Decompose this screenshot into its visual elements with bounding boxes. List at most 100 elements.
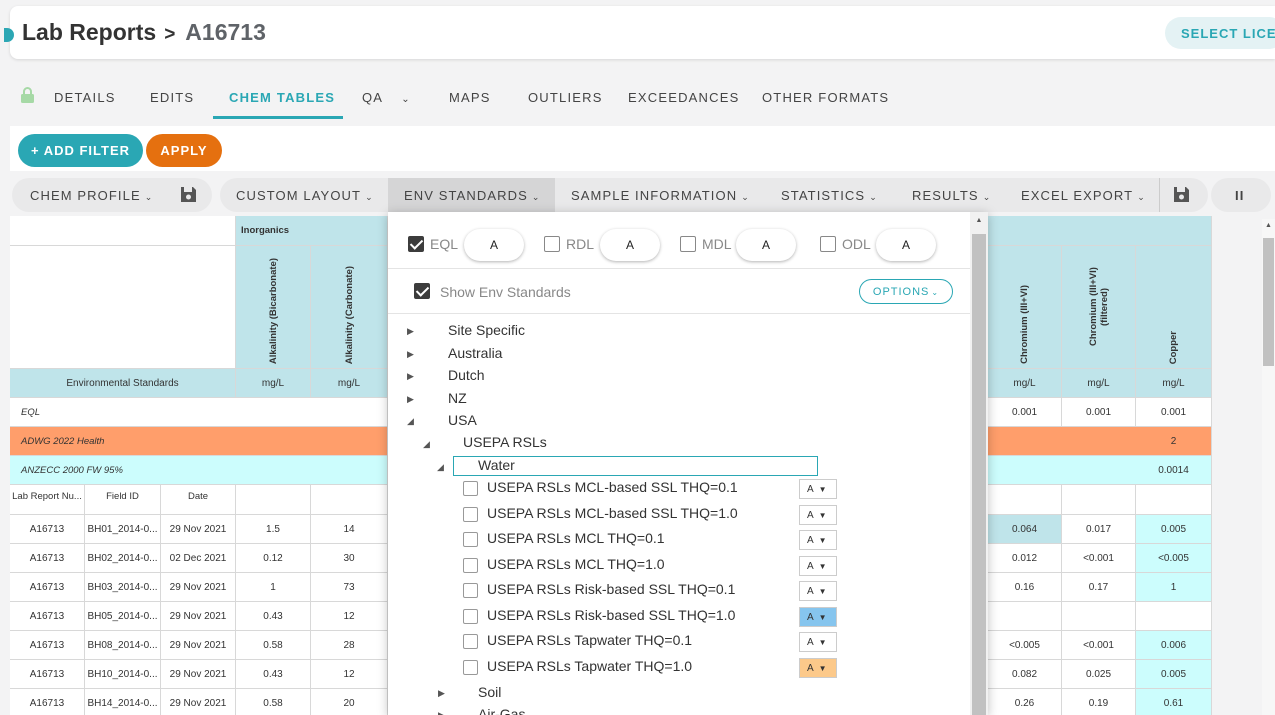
column-header-label: Alkalinity (Carbonate): [343, 265, 355, 364]
env-standards-button[interactable]: ENV STANDARDS ⌄: [404, 188, 541, 203]
custom-layout-button[interactable]: CUSTOM LAYOUT ⌄: [236, 188, 374, 203]
env-standard-row-label: ANZECC 2000 FW 95%: [10, 456, 388, 485]
caret-down-icon: ▼: [818, 536, 827, 545]
limit-checkbox-eql[interactable]: [408, 236, 424, 252]
result-cell: 0.025: [1062, 660, 1136, 689]
caret-right-icon[interactable]: ▶: [407, 394, 414, 405]
toolbar-divider: [1159, 178, 1160, 212]
result-cell: [1136, 602, 1212, 631]
caret-down-icon[interactable]: ◢: [437, 462, 444, 473]
env-standard-value: 0.001: [988, 398, 1062, 427]
grid-scrollbar-thumb[interactable]: [1263, 238, 1274, 366]
breadcrumb-lab-reports[interactable]: Lab Reports: [22, 19, 156, 45]
standard-checkbox[interactable]: [463, 583, 478, 598]
caret-right-icon[interactable]: ▶: [407, 326, 414, 337]
tree-node[interactable]: Dutch: [448, 367, 485, 383]
tab-details[interactable]: DETAILS: [54, 90, 116, 105]
tree-node[interactable]: USA: [448, 412, 477, 428]
custom-layout-label: CUSTOM LAYOUT: [236, 188, 362, 203]
tree-node-water[interactable]: Water: [478, 457, 515, 473]
limit-format-button[interactable]: A: [736, 229, 796, 261]
page-header: Lab Reports > A16713: [4, 6, 1275, 59]
tree-node[interactable]: NZ: [448, 390, 467, 406]
caret-right-icon[interactable]: ▶: [438, 710, 445, 715]
standard-format-select[interactable]: A ▼: [799, 555, 837, 576]
options-button[interactable]: OPTIONS ⌄: [859, 279, 953, 304]
tree-node-air-gas[interactable]: Air-Gas: [478, 706, 525, 715]
tab-other-formats[interactable]: OTHER FORMATS: [762, 90, 889, 105]
tree-node-soil[interactable]: Soil: [478, 684, 501, 700]
caret-down-icon: ▼: [818, 612, 827, 622]
chevron-down-icon: ⌄: [869, 192, 878, 202]
limit-format-button[interactable]: A: [600, 229, 660, 261]
excel-export-button[interactable]: EXCEL EXPORT ⌄: [1021, 188, 1146, 203]
save-icon[interactable]: [180, 186, 197, 203]
caret-down-icon: ▼: [818, 587, 827, 596]
result-cell: 0.43: [236, 602, 311, 631]
caret-right-icon[interactable]: ▶: [407, 349, 414, 360]
active-tab-indicator: [213, 116, 343, 119]
tab-edits[interactable]: EDITS: [150, 90, 194, 105]
breadcrumb-separator: >: [164, 24, 176, 45]
tree-node[interactable]: Australia: [448, 345, 502, 361]
standard-format-select[interactable]: A ▼: [799, 581, 837, 601]
show-env-standards-checkbox[interactable]: [414, 283, 430, 299]
standard-checkbox[interactable]: [463, 608, 478, 624]
add-filter-button[interactable]: + ADD FILTER: [18, 134, 143, 167]
tree-node-usepa[interactable]: USEPA RSLs: [463, 434, 547, 450]
sample-information-button[interactable]: SAMPLE INFORMATION ⌄: [571, 188, 750, 203]
limit-format-button[interactable]: A: [876, 229, 936, 261]
result-cell: 0.005: [1136, 660, 1212, 689]
dropdown-scrollbar-thumb[interactable]: [972, 234, 986, 715]
tab-exceedances[interactable]: EXCEEDANCES: [628, 90, 739, 105]
unit-cell: mg/L: [311, 369, 388, 398]
standard-checkbox[interactable]: [463, 557, 478, 573]
pause-button[interactable]: II: [1235, 188, 1244, 203]
chem-profile-button[interactable]: CHEM PROFILE ⌄: [30, 188, 153, 203]
standard-checkbox[interactable]: [463, 506, 478, 522]
statistics-button[interactable]: STATISTICS ⌄: [781, 188, 878, 203]
standard-format-select[interactable]: A ▼: [799, 530, 837, 550]
chem-toolbar: CHEM PROFILE ⌄ CUSTOM LAYOUT ⌄ ENV STANDAR…: [10, 178, 1275, 212]
tab-outliers[interactable]: OUTLIERS: [528, 90, 603, 105]
limit-checkbox-rdl[interactable]: [544, 236, 560, 252]
lab-report-cell: A16713: [10, 573, 85, 602]
standard-format-select[interactable]: A ▼: [799, 606, 837, 627]
filter-cell: [236, 485, 311, 515]
standard-format-select[interactable]: A ▼: [799, 504, 837, 525]
save-icon[interactable]: [1173, 186, 1190, 203]
date-cell: 02 Dec 2021: [161, 544, 236, 573]
caret-down-icon: ▼: [818, 561, 827, 571]
header-corner: [10, 246, 236, 369]
apply-button[interactable]: APPLY: [146, 134, 222, 167]
chevron-down-icon: ⌄: [401, 94, 411, 105]
tab-qa[interactable]: QA ⌄: [362, 90, 411, 105]
caret-down-icon[interactable]: ◢: [423, 439, 430, 450]
result-cell: 0.12: [236, 544, 311, 573]
result-cell: 0.43: [236, 660, 311, 689]
standard-format-select[interactable]: A ▼: [799, 479, 837, 499]
limit-label: RDL: [566, 236, 595, 252]
caret-down-icon[interactable]: ◢: [407, 416, 414, 427]
tree-node[interactable]: Site Specific: [448, 322, 525, 338]
standard-checkbox[interactable]: [463, 481, 478, 496]
limit-checkbox-odl[interactable]: [820, 236, 836, 252]
caret-right-icon[interactable]: ▶: [438, 688, 445, 699]
select-license-button[interactable]: SELECT LICEN: [1165, 17, 1275, 49]
results-button[interactable]: RESULTS ⌄: [912, 188, 991, 203]
tab-maps[interactable]: MAPS: [449, 90, 491, 105]
lock-icon[interactable]: [20, 87, 35, 103]
drawer-handle[interactable]: [4, 28, 14, 42]
standard-checkbox[interactable]: [463, 634, 478, 649]
limit-format-button[interactable]: A: [464, 229, 524, 261]
unit-cell: mg/L: [988, 369, 1062, 398]
caret-right-icon[interactable]: ▶: [407, 371, 414, 382]
standard-format-select[interactable]: A ▼: [799, 632, 837, 652]
standard-checkbox[interactable]: [463, 659, 478, 675]
limit-checkbox-mdl[interactable]: [680, 236, 696, 252]
column-header: Copper: [1136, 246, 1212, 369]
standard-format-select[interactable]: A ▼: [799, 657, 837, 678]
tab-bar: DETAILS EDITS CHEM TABLES QA ⌄ MAPS OUTLI…: [0, 76, 1275, 120]
standard-checkbox[interactable]: [463, 532, 478, 547]
tab-chem-tables[interactable]: CHEM TABLES: [229, 90, 335, 105]
